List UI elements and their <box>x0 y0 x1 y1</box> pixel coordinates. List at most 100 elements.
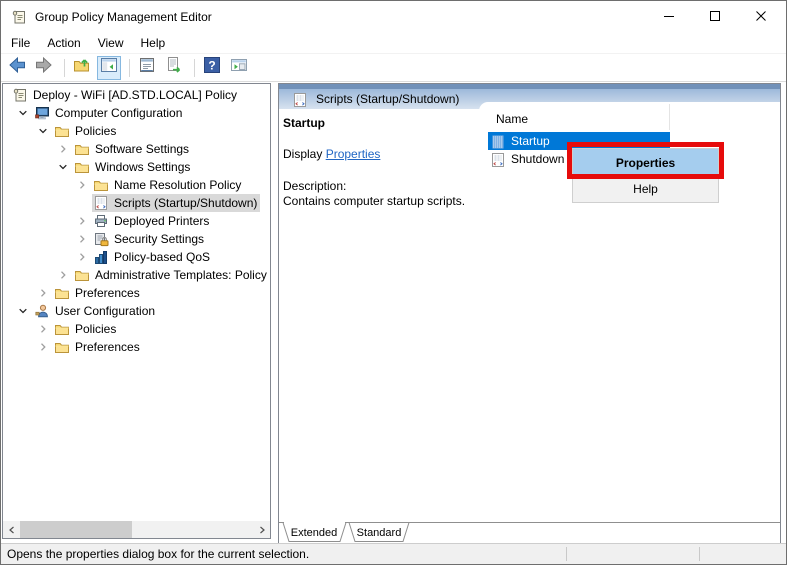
export-list-button[interactable] <box>162 56 186 80</box>
tree-horizontal-scrollbar[interactable] <box>3 521 270 538</box>
menu-bar: File Action View Help <box>1 32 786 54</box>
tree-item-deploy-wifi-ad-std-local-policy[interactable]: Deploy - WiFi [AD.STD.LOCAL] Policy <box>3 86 270 104</box>
user-icon <box>34 303 50 319</box>
collapsed-chevron-icon[interactable] <box>33 287 53 299</box>
collapsed-chevron-icon[interactable] <box>72 215 92 227</box>
tree-item-windows-settings[interactable]: Windows Settings <box>3 158 270 176</box>
minimize-button[interactable] <box>646 1 692 32</box>
display-properties-link[interactable]: Properties <box>326 147 381 161</box>
toolbar-separator <box>64 58 65 77</box>
qos-icon <box>93 249 109 265</box>
tree-item-label: Security Settings <box>114 232 205 246</box>
collapsed-chevron-icon[interactable] <box>33 341 53 353</box>
column-header-name[interactable]: Name <box>496 112 528 126</box>
folder-icon <box>74 141 90 157</box>
scrollbar-track[interactable] <box>20 521 253 538</box>
close-button[interactable] <box>738 1 784 32</box>
up-one-level-button[interactable] <box>70 56 94 80</box>
annotation-highlight-box <box>567 142 724 179</box>
tab-extended-label[interactable]: Extended <box>291 527 337 539</box>
tree-item-name-resolution-policy[interactable]: Name Resolution Policy <box>3 176 270 194</box>
tree-item-label: Preferences <box>75 340 140 354</box>
tree-item-label: Administrative Templates: Policy de <box>95 268 271 282</box>
tree-item-label: Scripts (Startup/Shutdown) <box>114 196 258 210</box>
list-item-label: Startup <box>511 134 550 148</box>
collapsed-chevron-icon[interactable] <box>53 269 73 281</box>
collapsed-chevron-icon[interactable] <box>72 251 92 263</box>
status-text: Opens the properties dialog box for the … <box>7 547 310 561</box>
tree-item-body: Policies <box>53 320 119 338</box>
tree-item-label: Name Resolution Policy <box>114 178 242 192</box>
menu-view[interactable]: View <box>91 33 131 53</box>
tree-item-policies[interactable]: Policies <box>3 122 270 140</box>
expanded-chevron-icon[interactable] <box>53 161 73 173</box>
tree-item-deployed-printers[interactable]: Deployed Printers <box>3 212 270 230</box>
back-arrow-button[interactable] <box>5 56 29 80</box>
tree-item-body: Name Resolution Policy <box>92 176 244 194</box>
folder-icon <box>54 285 70 301</box>
folder-icon <box>74 159 90 175</box>
description-label: Description: <box>283 179 347 193</box>
computer-icon <box>34 105 50 121</box>
export-list-icon <box>164 55 184 80</box>
menu-action[interactable]: Action <box>40 33 87 53</box>
properties-window-button[interactable] <box>135 56 159 80</box>
tree-item-software-settings[interactable]: Software Settings <box>3 140 270 158</box>
tree-item-computer-configuration[interactable]: Computer Configuration <box>3 104 270 122</box>
tree-item-body: Preferences <box>53 284 143 302</box>
expanded-chevron-icon[interactable] <box>13 107 33 119</box>
forward-arrow-button[interactable] <box>32 56 56 80</box>
maximize-button[interactable] <box>692 1 738 32</box>
tree-item-scripts-startup-shutdown[interactable]: Scripts (Startup/Shutdown) <box>3 194 270 212</box>
console-tree-pane: Deploy - WiFi [AD.STD.LOCAL] Policy Compu… <box>2 83 271 539</box>
menu-file[interactable]: File <box>4 33 37 53</box>
expanded-chevron-icon[interactable] <box>33 125 53 137</box>
group-policy-editor-window: Group Policy Management Editor File Actio… <box>0 0 787 565</box>
tree-item-label: Deploy - WiFi [AD.STD.LOCAL] Policy <box>33 88 238 102</box>
toolbar-separator <box>194 58 195 77</box>
tab-standard-label[interactable]: Standard <box>357 527 402 539</box>
folder-icon <box>54 123 70 139</box>
tree-item-body: Software Settings <box>73 140 192 158</box>
help-button[interactable]: ? <box>200 56 224 80</box>
context-menu-item-help[interactable]: Help <box>573 176 718 202</box>
tree-item-label: User Configuration <box>55 304 156 318</box>
tree-item-label: Policies <box>75 322 117 336</box>
folder-icon <box>54 321 70 337</box>
tree-item-policy-based-qos[interactable]: Policy-based QoS <box>3 248 270 266</box>
collapsed-chevron-icon[interactable] <box>33 323 53 335</box>
maximize-icon <box>710 8 720 26</box>
collapsed-chevron-icon[interactable] <box>72 233 92 245</box>
list-item-label: Shutdown <box>511 152 565 166</box>
show-console-tree-icon <box>99 55 119 80</box>
scroll-right-arrow-icon[interactable] <box>253 521 270 538</box>
window-controls <box>646 1 784 32</box>
tree-item-body: Windows Settings <box>73 158 193 176</box>
properties-window-icon <box>137 55 157 80</box>
new-window-button[interactable] <box>227 56 251 80</box>
console-tree: Deploy - WiFi [AD.STD.LOCAL] Policy Compu… <box>3 86 270 356</box>
show-console-tree-button[interactable] <box>97 55 121 80</box>
taskpad-item-title: Startup <box>283 116 325 130</box>
tree-item-security-settings[interactable]: Security Settings <box>3 230 270 248</box>
tree-item-preferences[interactable]: Preferences <box>3 284 270 302</box>
gpo-scroll-icon <box>11 9 27 25</box>
collapsed-chevron-icon[interactable] <box>53 143 73 155</box>
column-separator[interactable] <box>669 104 670 130</box>
scrollbar-thumb[interactable] <box>20 521 132 538</box>
scroll-left-arrow-icon[interactable] <box>3 521 20 538</box>
tree-item-preferences[interactable]: Preferences <box>3 338 270 356</box>
tree-item-body: User Configuration <box>33 302 158 320</box>
tree-item-label: Software Settings <box>95 142 190 156</box>
taskpad-display-line: Display Properties <box>283 147 380 161</box>
results-header-title: Scripts (Startup/Shutdown) <box>316 92 460 106</box>
tree-item-administrative-templates-policy-de[interactable]: Administrative Templates: Policy de <box>3 266 270 284</box>
status-separator <box>699 547 700 561</box>
tree-item-policies[interactable]: Policies <box>3 320 270 338</box>
expanded-chevron-icon[interactable] <box>13 305 33 317</box>
tree-item-user-configuration[interactable]: User Configuration <box>3 302 270 320</box>
collapsed-chevron-icon[interactable] <box>72 179 92 191</box>
status-bar: Opens the properties dialog box for the … <box>1 543 786 564</box>
menu-help[interactable]: Help <box>134 33 173 53</box>
tree-item-body: Deploy - WiFi [AD.STD.LOCAL] Policy <box>11 86 240 104</box>
